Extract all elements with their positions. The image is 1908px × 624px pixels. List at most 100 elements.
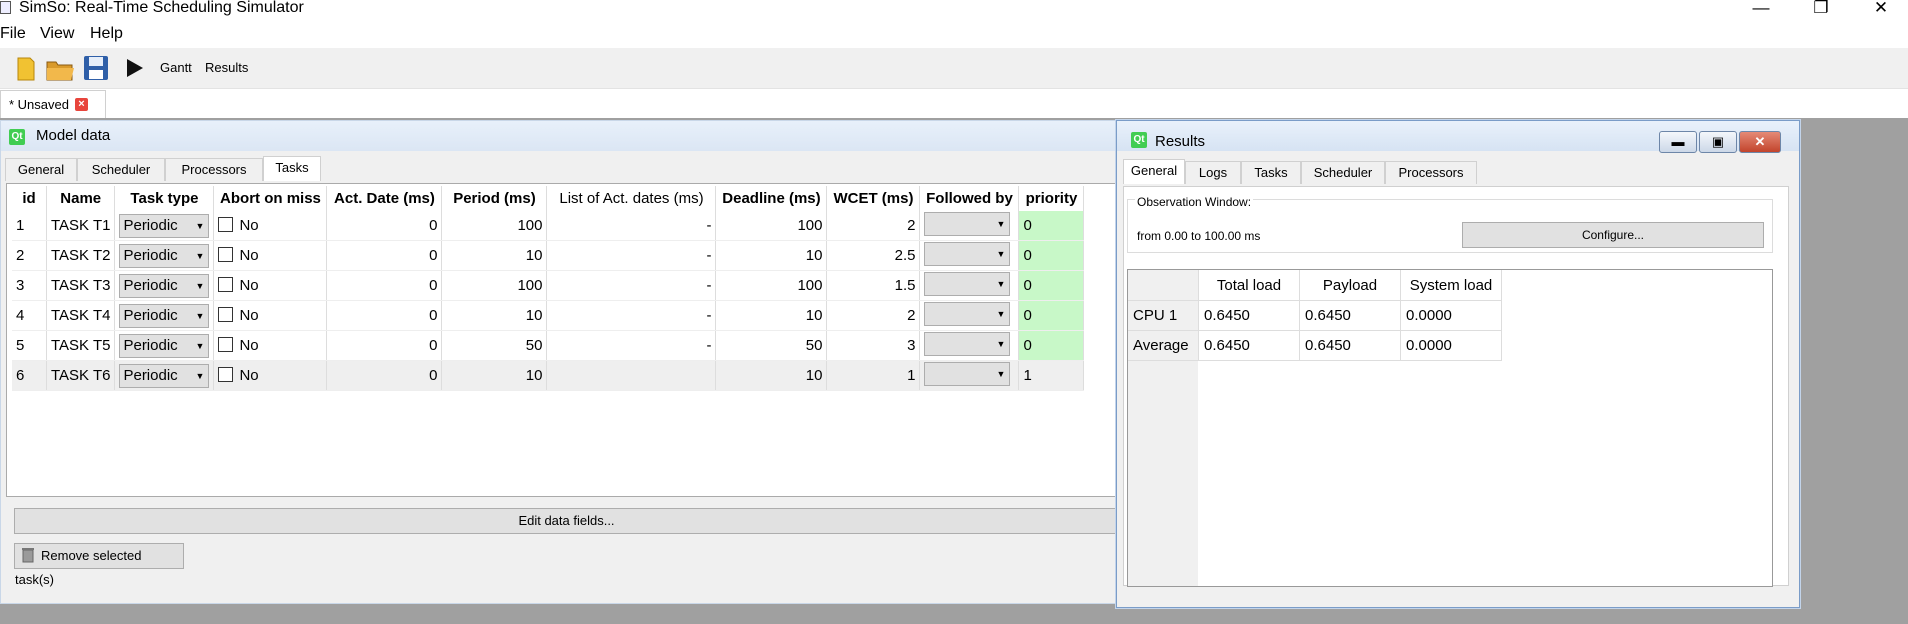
- results-tab-logs[interactable]: Logs: [1185, 161, 1241, 184]
- cell-wcet[interactable]: 1: [826, 360, 921, 391]
- cell-act-list[interactable]: -: [546, 270, 717, 301]
- cell-act-list[interactable]: [546, 360, 717, 391]
- cell-wcet[interactable]: 1.5: [826, 270, 921, 301]
- checkbox-icon[interactable]: [218, 337, 234, 352]
- results-button[interactable]: Results: [205, 60, 248, 75]
- cell-period[interactable]: 10: [441, 240, 548, 271]
- cell-period[interactable]: 100: [441, 211, 548, 241]
- cell-payload[interactable]: 0.6450: [1299, 330, 1401, 361]
- results-tab-general[interactable]: General: [1123, 159, 1185, 184]
- cell-name[interactable]: TASK T2: [46, 240, 116, 271]
- col-header[interactable]: Period (ms): [441, 186, 548, 211]
- results-maximize-button[interactable]: ▣: [1699, 131, 1737, 153]
- abort-checkbox[interactable]: No: [213, 270, 328, 301]
- abort-checkbox[interactable]: No: [213, 211, 328, 241]
- col-header[interactable]: Payload: [1299, 270, 1401, 301]
- cell-wcet[interactable]: 2: [826, 211, 921, 241]
- col-header[interactable]: Abort on miss: [213, 186, 328, 211]
- tab-processors[interactable]: Processors: [165, 158, 263, 181]
- edit-data-fields-button[interactable]: Edit data fields...: [14, 508, 1119, 534]
- menu-help[interactable]: Help: [90, 25, 123, 43]
- document-tab[interactable]: * Unsaved ×: [0, 90, 106, 118]
- cell-act-list[interactable]: -: [546, 330, 717, 361]
- task-type-select[interactable]: Periodic ▼: [114, 211, 215, 241]
- results-tab-scheduler[interactable]: Scheduler: [1301, 161, 1385, 184]
- followed-by-select[interactable]: ▼: [919, 330, 1020, 361]
- cell-act-list[interactable]: -: [546, 240, 717, 271]
- cell-act-date[interactable]: 0: [326, 300, 443, 331]
- abort-checkbox[interactable]: No: [213, 360, 328, 391]
- cell-deadline[interactable]: 50: [715, 330, 828, 361]
- cell-system-load[interactable]: 0.0000: [1400, 300, 1502, 331]
- cell-wcet[interactable]: 2: [826, 300, 921, 331]
- task-type-select[interactable]: Periodic ▼: [114, 240, 215, 271]
- minimize-button[interactable]: —: [1746, 0, 1776, 17]
- configure-button[interactable]: Configure...: [1462, 222, 1764, 248]
- col-header[interactable]: Total load: [1198, 270, 1300, 301]
- save-icon[interactable]: [80, 52, 112, 84]
- results-close-button[interactable]: ✕: [1739, 131, 1781, 153]
- new-file-icon[interactable]: [10, 52, 42, 84]
- col-header[interactable]: System load: [1400, 270, 1502, 301]
- cell-act-date[interactable]: 0: [326, 240, 443, 271]
- menu-view[interactable]: View: [40, 25, 74, 43]
- cell-priority[interactable]: 0: [1018, 211, 1085, 241]
- col-header[interactable]: Followed by: [919, 186, 1020, 211]
- cell-deadline[interactable]: 10: [715, 300, 828, 331]
- checkbox-icon[interactable]: [218, 277, 234, 292]
- cell-priority[interactable]: 0: [1018, 240, 1085, 271]
- cell-name[interactable]: TASK T1: [46, 211, 116, 241]
- tab-general[interactable]: General: [5, 158, 77, 181]
- cell-priority[interactable]: 1: [1018, 360, 1085, 391]
- col-header[interactable]: List of Act. dates (ms): [546, 186, 717, 211]
- abort-checkbox[interactable]: No: [213, 330, 328, 361]
- col-header[interactable]: Task type: [114, 186, 215, 211]
- checkbox-icon[interactable]: [218, 367, 234, 382]
- cell-act-date[interactable]: 0: [326, 330, 443, 361]
- cell-act-list[interactable]: -: [546, 211, 717, 241]
- cell-name[interactable]: TASK T5: [46, 330, 116, 361]
- cell-wcet[interactable]: 2.5: [826, 240, 921, 271]
- cell-act-date[interactable]: 0: [326, 270, 443, 301]
- col-header[interactable]: priority: [1018, 186, 1085, 211]
- followed-by-select[interactable]: ▼: [919, 211, 1020, 241]
- cell-total-load[interactable]: 0.6450: [1198, 330, 1300, 361]
- followed-by-select[interactable]: ▼: [919, 360, 1020, 391]
- cell-payload[interactable]: 0.6450: [1299, 300, 1401, 331]
- open-folder-icon[interactable]: [44, 52, 76, 84]
- results-minimize-button[interactable]: ▬: [1659, 131, 1697, 153]
- remove-tasks-button[interactable]: Remove selected task(s): [14, 543, 184, 587]
- cell-name[interactable]: TASK T6: [46, 360, 116, 391]
- followed-by-select[interactable]: ▼: [919, 270, 1020, 301]
- results-tab-tasks[interactable]: Tasks: [1241, 161, 1301, 184]
- table-row[interactable]: 6 TASK T6 Periodic ▼ No 0 10 10 1 ▼ 1: [12, 360, 1085, 391]
- restore-button[interactable]: ❐: [1806, 0, 1836, 17]
- checkbox-icon[interactable]: [218, 247, 234, 262]
- col-header[interactable]: id: [12, 186, 47, 211]
- cell-act-date[interactable]: 0: [326, 211, 443, 241]
- cell-name[interactable]: TASK T3: [46, 270, 116, 301]
- cell-priority[interactable]: 0: [1018, 300, 1085, 331]
- cell-total-load[interactable]: 0.6450: [1198, 300, 1300, 331]
- cell-period[interactable]: 50: [441, 330, 548, 361]
- cell-name[interactable]: TASK T4: [46, 300, 116, 331]
- cell-period[interactable]: 10: [441, 300, 548, 331]
- cell-system-load[interactable]: 0.0000: [1400, 330, 1502, 361]
- gantt-button[interactable]: Gantt: [160, 60, 192, 75]
- results-tab-processors[interactable]: Processors: [1385, 161, 1477, 184]
- cell-deadline[interactable]: 10: [715, 240, 828, 271]
- cell-wcet[interactable]: 3: [826, 330, 921, 361]
- followed-by-select[interactable]: ▼: [919, 300, 1020, 331]
- col-header[interactable]: Deadline (ms): [715, 186, 828, 211]
- run-icon[interactable]: [118, 52, 150, 84]
- col-header[interactable]: Name: [46, 186, 116, 211]
- table-row[interactable]: 5 TASK T5 Periodic ▼ No 0 50 - 50 3 ▼ 0: [12, 330, 1085, 361]
- abort-checkbox[interactable]: No: [213, 240, 328, 271]
- checkbox-icon[interactable]: [218, 307, 234, 322]
- table-row[interactable]: 4 TASK T4 Periodic ▼ No 0 10 - 10 2 ▼ 0: [12, 300, 1085, 331]
- close-tab-icon[interactable]: ×: [75, 98, 88, 111]
- task-type-select[interactable]: Periodic ▼: [114, 330, 215, 361]
- menu-file[interactable]: File: [0, 25, 26, 43]
- cell-act-date[interactable]: 0: [326, 360, 443, 391]
- cell-priority[interactable]: 0: [1018, 330, 1085, 361]
